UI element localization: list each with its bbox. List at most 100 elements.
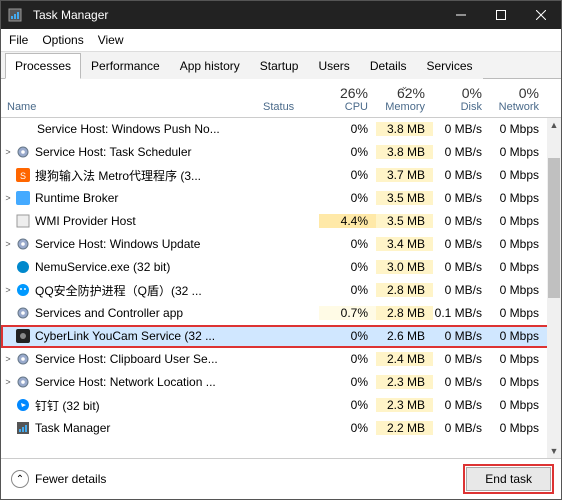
tab-details[interactable]: Details: [360, 53, 417, 79]
table-row[interactable]: >Service Host: Network Location ...0%2.3…: [1, 371, 561, 394]
disk-value: 0 MB/s: [433, 329, 490, 343]
memory-value: 2.8 MB: [376, 306, 433, 320]
end-task-button[interactable]: End task: [466, 467, 551, 491]
chevron-up-icon: ⌃: [11, 470, 29, 488]
process-icon: [15, 213, 31, 229]
tab-startup[interactable]: Startup: [250, 53, 309, 79]
memory-value: 3.5 MB: [376, 191, 433, 205]
network-value: 0 Mbps: [490, 260, 547, 274]
table-row[interactable]: NemuService.exe (32 bit)0%3.0 MB0 MB/s0 …: [1, 256, 561, 279]
memory-value: 2.8 MB: [376, 283, 433, 297]
process-icon: [15, 190, 31, 206]
header-cpu[interactable]: 26% CPU: [319, 79, 376, 117]
header-name[interactable]: Name: [1, 79, 259, 117]
tab-processes[interactable]: Processes: [5, 53, 81, 79]
process-name: QQ安全防护进程（Q盾）(32 ...: [35, 282, 259, 299]
process-name: Service Host: Windows Update: [35, 237, 259, 251]
expand-icon[interactable]: >: [1, 193, 15, 203]
titlebar: Task Manager: [1, 1, 561, 29]
process-name: Service Host: Network Location ...: [35, 375, 259, 389]
cpu-value: 4.4%: [319, 214, 376, 228]
tab-app-history[interactable]: App history: [170, 53, 250, 79]
table-row[interactable]: 钉钉 (32 bit)0%2.3 MB0 MB/s0 Mbps: [1, 394, 561, 417]
scrollbar[interactable]: ▲ ▼: [547, 118, 561, 458]
menu-view[interactable]: View: [98, 33, 124, 47]
network-value: 0 Mbps: [490, 398, 547, 412]
expand-icon[interactable]: >: [1, 285, 15, 295]
expand-icon[interactable]: >: [1, 239, 15, 249]
table-row[interactable]: >Service Host: Windows Update0%3.4 MB0 M…: [1, 233, 561, 256]
disk-value: 0 MB/s: [433, 375, 490, 389]
disk-value: 0 MB/s: [433, 191, 490, 205]
table-row[interactable]: Services and Controller app0.7%2.8 MB0.1…: [1, 302, 561, 325]
table-row[interactable]: S搜狗输入法 Metro代理程序 (3...0%3.7 MB0 MB/s0 Mb…: [1, 164, 561, 187]
process-icon: [15, 397, 31, 413]
header-network[interactable]: 0% Network: [490, 79, 547, 117]
task-manager-window: Task Manager File Options View Processes…: [0, 0, 562, 500]
scroll-up-icon[interactable]: ▲: [547, 118, 561, 132]
process-icon: [15, 305, 31, 321]
fewer-details-button[interactable]: ⌃ Fewer details: [11, 470, 106, 488]
disk-value: 0 MB/s: [433, 168, 490, 182]
footer: ⌃ Fewer details End task: [1, 458, 561, 499]
process-name: Service Host: Clipboard User Se...: [35, 352, 259, 366]
table-row[interactable]: >Service Host: Task Scheduler0%3.8 MB0 M…: [1, 141, 561, 164]
menubar: File Options View: [1, 29, 561, 52]
memory-value: 3.5 MB: [376, 214, 433, 228]
network-value: 0 Mbps: [490, 283, 547, 297]
expand-icon[interactable]: >: [1, 354, 15, 364]
process-name: Runtime Broker: [35, 191, 259, 205]
cpu-value: 0%: [319, 421, 376, 435]
process-name: Services and Controller app: [35, 306, 259, 320]
process-name: Task Manager: [35, 421, 259, 435]
memory-value: 2.6 MB: [376, 329, 433, 343]
menu-options[interactable]: Options: [42, 33, 83, 47]
table-row[interactable]: CyberLink YouCam Service (32 ...0%2.6 MB…: [1, 325, 561, 348]
expand-icon[interactable]: >: [1, 147, 15, 157]
table-row[interactable]: Service Host: Windows Push No... 0%3.8 MB…: [1, 118, 561, 141]
tab-performance[interactable]: Performance: [81, 53, 170, 79]
table-row[interactable]: >Runtime Broker0%3.5 MB0 MB/s0 Mbps: [1, 187, 561, 210]
expand-icon[interactable]: >: [1, 377, 15, 387]
process-name: Service Host: Windows Push No...: [37, 122, 259, 136]
cpu-value: 0%: [319, 398, 376, 412]
tab-users[interactable]: Users: [308, 53, 359, 79]
disk-value: 0.1 MB/s: [433, 306, 490, 320]
header-status[interactable]: Status: [259, 79, 319, 117]
table-row[interactable]: >QQ安全防护进程（Q盾）(32 ...0%2.8 MB0 MB/s0 Mbps: [1, 279, 561, 302]
network-value: 0 Mbps: [490, 214, 547, 228]
network-value: 0 Mbps: [490, 375, 547, 389]
cpu-value: 0%: [319, 191, 376, 205]
cpu-value: 0%: [319, 122, 376, 136]
table-row[interactable]: Task Manager0%2.2 MB0 MB/s0 Mbps: [1, 417, 561, 440]
cpu-value: 0%: [319, 145, 376, 159]
process-icon: [15, 374, 31, 390]
process-icon: S: [15, 167, 31, 183]
tab-services[interactable]: Services: [417, 53, 483, 79]
cpu-value: 0%: [319, 237, 376, 251]
close-button[interactable]: [521, 1, 561, 29]
process-name: Service Host: Task Scheduler: [35, 145, 259, 159]
header-disk[interactable]: 0% Disk: [433, 79, 490, 117]
disk-value: 0 MB/s: [433, 283, 490, 297]
network-value: 0 Mbps: [490, 421, 547, 435]
table-row[interactable]: WMI Provider Host4.4%3.5 MB0 MB/s0 Mbps: [1, 210, 561, 233]
memory-value: 2.3 MB: [376, 398, 433, 412]
scroll-down-icon[interactable]: ▼: [547, 444, 561, 458]
process-name: 搜狗输入法 Metro代理程序 (3...: [35, 167, 259, 184]
cpu-value: 0%: [319, 375, 376, 389]
menu-file[interactable]: File: [9, 33, 28, 47]
process-grid[interactable]: Service Host: Windows Push No...0%3.8 MB…: [1, 118, 561, 458]
memory-value: 3.0 MB: [376, 260, 433, 274]
scrollbar-thumb[interactable]: [548, 158, 560, 298]
cpu-value: 0%: [319, 329, 376, 343]
maximize-button[interactable]: [481, 1, 521, 29]
network-value: 0 Mbps: [490, 306, 547, 320]
memory-value: 3.8 MB: [376, 122, 433, 136]
minimize-button[interactable]: [441, 1, 481, 29]
disk-value: 0 MB/s: [433, 214, 490, 228]
tab-bar: Processes Performance App history Startu…: [1, 52, 561, 79]
table-row[interactable]: >Service Host: Clipboard User Se...0%2.4…: [1, 348, 561, 371]
cpu-value: 0%: [319, 168, 376, 182]
header-memory[interactable]: ⌄ 62% Memory: [376, 79, 433, 117]
